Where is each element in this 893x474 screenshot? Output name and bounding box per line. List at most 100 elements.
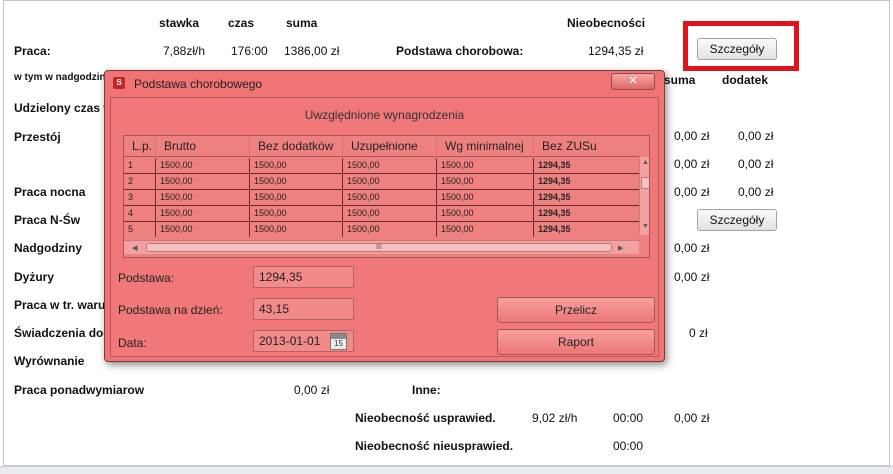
ponadwymiar-label: Praca ponadwymiarow — [14, 383, 145, 397]
details-button-nsw[interactable]: Szczegóły — [697, 209, 777, 231]
col-header-suma: suma — [286, 16, 318, 30]
cell-bez-zusu: 1294,35 — [538, 192, 571, 202]
nieob-uspr-czas: 00:00 — [613, 411, 644, 425]
przestoj-label: Przestój — [14, 130, 61, 144]
praca-label: Praca: — [14, 44, 51, 58]
calendar-day: 15 — [334, 339, 343, 348]
group-title: Uwzględnione wynagrodzenia — [304, 108, 465, 122]
cell-wg-minimalnej: 1500,00 — [437, 206, 534, 221]
calendar-icon[interactable]: 15 — [330, 333, 347, 350]
cell-uzupelnione: 1500,00 — [343, 158, 437, 173]
right-dodatek-3: 0,00 zł — [738, 185, 774, 199]
podstawa-chorobowa-label: Podstawa chorobowa: — [396, 44, 524, 58]
cell-lp: 3 — [124, 190, 156, 205]
col-header-suma-right: suma — [664, 73, 696, 87]
dialog-body: Uwzględnione wynagrodzenia L.p. Brutto B… — [110, 97, 659, 357]
right-suma-2: 0,00 zł — [674, 157, 710, 171]
cell-lp: 5 — [124, 222, 156, 237]
cell-bez-zusu: 1294,35 — [538, 176, 571, 186]
date-picker[interactable]: 2013-01-01 15 — [253, 330, 354, 352]
data-label: Data: — [118, 336, 147, 350]
raport-button[interactable]: Raport — [497, 329, 655, 355]
highlight-box — [683, 21, 799, 71]
app-icon: S — [113, 77, 125, 89]
cell-bez-dodatkow: 1500,00 — [250, 206, 343, 221]
close-button[interactable]: ✕ — [611, 73, 655, 90]
scroll-down-icon[interactable]: ▼ — [642, 223, 649, 230]
vertical-scroll-thumb[interactable] — [641, 177, 649, 189]
cell-uzupelnione: 1500,00 — [343, 222, 437, 237]
cell-uzupelnione: 1500,00 — [343, 174, 437, 189]
dialog-title: Podstawa chorobowego — [134, 77, 263, 91]
przelicz-button[interactable]: Przelicz — [497, 297, 655, 323]
cell-wg-minimalnej: 1500,00 — [437, 174, 534, 189]
podstawa-dzien-label: Podstawa na dzień: — [118, 303, 223, 317]
udzielony-czas-label: Udzielony czas w — [14, 101, 113, 115]
podstawa-chorobowa-value: 1294,35 zł — [588, 44, 644, 58]
podstawa-field[interactable]: 1294,35 — [253, 266, 354, 288]
podstawa-dialog: S Podstawa chorobowego ✕ Uwzględnione wy… — [104, 70, 665, 362]
date-value: 2013-01-01 — [259, 334, 321, 348]
cell-bez-dodatkow: 1500,00 — [250, 222, 343, 237]
table-row[interactable]: 2 1500,00 1500,00 1500,00 1500,00 1294,3… — [124, 174, 639, 190]
col-lp[interactable]: L.p. — [124, 136, 156, 157]
cell-wg-minimalnej: 1500,00 — [437, 222, 534, 237]
nadgodziny-label: Nadgodziny — [14, 241, 82, 255]
right-dodatek-1: 0,00 zł — [738, 129, 774, 143]
cell-brutto: 1500,00 — [156, 222, 250, 237]
cell-brutto: 1500,00 — [156, 158, 250, 173]
scroll-up-icon[interactable]: ▲ — [642, 159, 649, 166]
praca-suma: 1386,00 zł — [284, 44, 340, 58]
cell-brutto: 1500,00 — [156, 206, 250, 221]
scroll-left-icon[interactable]: ◀ — [132, 244, 137, 252]
horizontal-scrollbar[interactable]: ◀ III ▶ — [124, 240, 639, 254]
bottom-bar — [0, 466, 893, 474]
cell-uzupelnione: 1500,00 — [343, 206, 437, 221]
col-bez-dodatkow[interactable]: Bez dodatków — [250, 136, 343, 157]
cell-uzupelnione: 1500,00 — [343, 190, 437, 205]
table-header: L.p. Brutto Bez dodatków Uzupełnione Wg … — [124, 136, 639, 157]
table-row[interactable]: 4 1500,00 1500,00 1500,00 1500,00 1294,3… — [124, 206, 639, 222]
scroll-right-icon[interactable]: ▶ — [618, 244, 623, 252]
horizontal-scroll-thumb[interactable]: III — [146, 243, 612, 252]
cell-bez-zusu: 1294,35 — [538, 224, 571, 234]
cell-lp: 2 — [124, 174, 156, 189]
right-suma-4: 0,00 zł — [674, 241, 710, 255]
praca-nsw-label: Praca N-Św — [14, 213, 81, 227]
cell-brutto: 1500,00 — [156, 190, 250, 205]
col-header-dodatek: dodatek — [722, 73, 769, 87]
col-bez-zusu[interactable]: Bez ZUSu — [534, 136, 639, 157]
cell-lp: 4 — [124, 206, 156, 221]
ponadwymiar-suma: 0,00 zł — [294, 383, 330, 397]
praca-tr-label: Praca w tr. waru — [14, 298, 106, 312]
cell-wg-minimalnej: 1500,00 — [437, 190, 534, 205]
table-row[interactable]: 5 1500,00 1500,00 1500,00 1500,00 1294,3… — [124, 222, 639, 238]
nieob-nieuspr-label: Nieobecność nieusprawied. — [355, 439, 514, 453]
right-suma-5: 0,00 zł — [674, 270, 710, 284]
right-dodatek-2: 0,00 zł — [738, 157, 774, 171]
swiadczenia-label: Świadczenia doc — [14, 326, 111, 340]
right-suma-1: 0,00 zł — [674, 129, 710, 143]
nieob-uspr-stawka: 9,02 zł/h — [532, 411, 578, 425]
praca-stawka: 7,88zł/h — [163, 44, 206, 58]
vertical-scrollbar[interactable]: ▲ ▼ — [639, 157, 649, 235]
dyzury-label: Dyżury — [14, 270, 55, 284]
nieobecnosci-header: Nieobecności — [567, 16, 646, 30]
table-row[interactable]: 3 1500,00 1500,00 1500,00 1500,00 1294,3… — [124, 190, 639, 206]
nieob-nieuspr-czas: 00:00 — [613, 439, 644, 453]
col-wg-minimalnej[interactable]: Wg minimalnej — [437, 136, 534, 157]
right-suma-6: 0 zł — [689, 326, 708, 340]
cell-bez-zusu: 1294,35 — [538, 160, 571, 170]
dialog-titlebar[interactable]: S Podstawa chorobowego ✕ — [105, 71, 664, 97]
podstawa-dzien-field[interactable]: 43,15 — [253, 298, 354, 320]
table-row[interactable]: 1 1500,00 1500,00 1500,00 1500,00 1294,3… — [124, 158, 639, 174]
wyrownanie-label: Wyrównanie — [14, 354, 85, 368]
cell-bez-dodatkow: 1500,00 — [250, 174, 343, 189]
col-header-czas: czas — [228, 16, 255, 30]
podstawa-label: Podstawa: — [118, 271, 175, 285]
col-brutto[interactable]: Brutto — [156, 136, 250, 157]
cell-lp: 1 — [124, 158, 156, 173]
wages-table: L.p. Brutto Bez dodatków Uzupełnione Wg … — [123, 135, 650, 258]
inne-label: Inne: — [412, 383, 441, 397]
col-uzupelnione[interactable]: Uzupełnione — [343, 136, 437, 157]
